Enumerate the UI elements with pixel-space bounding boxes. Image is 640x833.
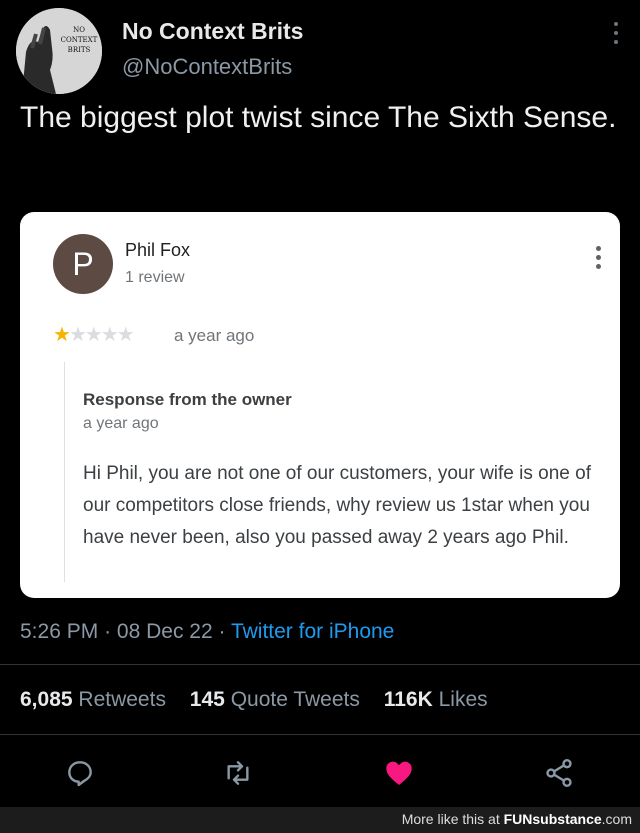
reviewer-avatar: P	[53, 234, 113, 294]
quotes-stat[interactable]: 145 Quote Tweets	[190, 688, 360, 711]
more-options-icon[interactable]	[612, 22, 620, 48]
star-empty-icon: ★	[100, 324, 119, 346]
reviewer-name: Phil Fox	[125, 240, 191, 260]
likes-count: 116K	[383, 688, 433, 711]
tweet-stats: 6,085 Retweets 145 Quote Tweets 116K Lik…	[20, 688, 506, 712]
review-card: P Phil Fox 1 review ★★★★★ a year ago Res…	[20, 212, 620, 598]
retweets-label: Retweets	[78, 688, 166, 711]
tweet-time: 5:26 PM	[20, 620, 99, 643]
quotes-label: Quote Tweets	[230, 688, 360, 711]
like-icon[interactable]	[383, 757, 415, 789]
author-handle[interactable]: @NoContextBrits	[122, 54, 292, 80]
star-empty-icon: ★	[84, 324, 103, 346]
reply-icon[interactable]	[64, 757, 96, 789]
watermark-prefix: More like this at	[401, 811, 504, 827]
retweets-count: 6,085	[20, 688, 73, 711]
likes-stat[interactable]: 116K Likes	[384, 688, 488, 711]
author-avatar[interactable]: NO CONTEXT BRITS	[16, 8, 102, 94]
share-icon[interactable]	[543, 757, 575, 789]
tweet-metadata: 5:26 PM · 08 Dec 22 · Twitter for iPhone	[20, 620, 394, 644]
star-filled-icon: ★	[53, 324, 71, 346]
watermark-footer: More like this at FUNsubstance.com	[0, 807, 640, 833]
tweet-date: 08 Dec 22	[116, 620, 213, 643]
tweet-source-link[interactable]: Twitter for iPhone	[231, 620, 394, 643]
action-bar	[0, 757, 640, 789]
review-more-icon	[594, 246, 602, 273]
avatar-text-line3: BRITS	[68, 46, 91, 54]
watermark-suffix: .com	[601, 811, 632, 827]
separator: ·	[218, 620, 226, 643]
likes-label: Likes	[438, 688, 488, 711]
star-empty-icon: ★	[68, 324, 87, 346]
owner-response: Response from the owner a year ago Hi Ph…	[64, 362, 595, 582]
star-empty-icon: ★	[116, 324, 135, 346]
author-name[interactable]: No Context Brits	[122, 18, 303, 45]
response-title: Response from the owner	[83, 390, 292, 409]
divider	[0, 734, 640, 735]
divider	[0, 664, 640, 665]
watermark-text: More like this at FUNsubstance.com	[402, 811, 632, 827]
avatar-text-line1: NO	[73, 26, 85, 34]
retweets-stat[interactable]: 6,085 Retweets	[20, 688, 166, 711]
review-time: a year ago	[174, 326, 255, 345]
star-rating: ★★★★★	[53, 322, 135, 347]
watermark-brand: FUNsubstance	[503, 811, 602, 827]
retweet-icon[interactable]	[222, 757, 254, 789]
quotes-count: 145	[189, 688, 225, 711]
avatar-text-line2: CONTEXT	[61, 36, 98, 44]
reviewer-review-count: 1 review	[125, 269, 185, 286]
response-time: a year ago	[83, 415, 159, 432]
response-text: Hi Phil, you are not one of our customer…	[83, 463, 591, 548]
separator: ·	[104, 620, 112, 643]
tweet-text: The biggest plot twist since The Sixth S…	[20, 101, 617, 134]
